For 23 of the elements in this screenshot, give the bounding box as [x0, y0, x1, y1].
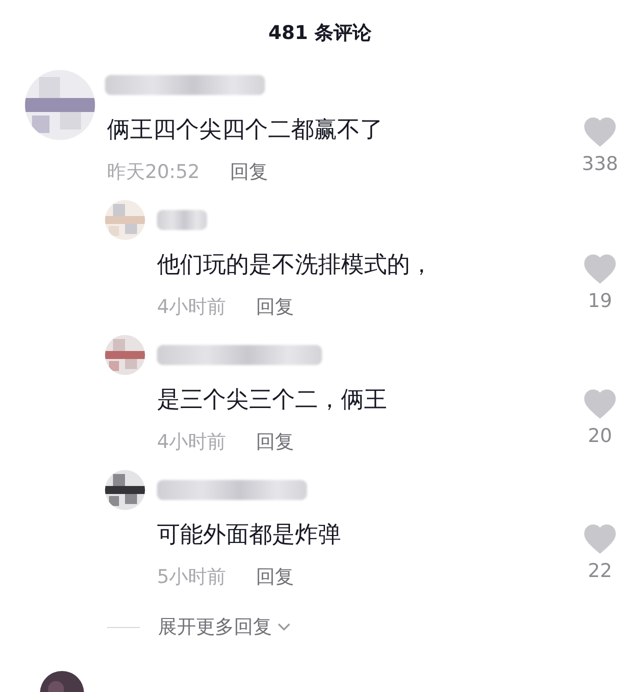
reply-link[interactable]: 回复 [256, 428, 294, 456]
blurred-name [157, 210, 207, 230]
reply-link[interactable]: 回复 [256, 563, 294, 591]
comment-time: 昨天20:52 [107, 160, 200, 185]
heart-icon[interactable] [582, 115, 618, 147]
comment-time: 4小时前 [157, 430, 226, 455]
reply-link[interactable]: 回复 [256, 293, 294, 321]
comment-text: 是三个尖三个二，俩王 [157, 386, 387, 415]
comment-time: 4小时前 [157, 295, 226, 320]
comment-text: 俩王四个尖四个二都赢不了 [107, 116, 383, 145]
reply-link[interactable]: 回复 [230, 158, 268, 186]
heart-icon[interactable] [582, 387, 618, 419]
like-count: 19 [588, 289, 612, 314]
comment-time: 5小时前 [157, 565, 226, 590]
heart-icon[interactable] [582, 522, 618, 554]
comments-title: 481 条评论 [267, 21, 373, 46]
like-count: 338 [582, 152, 618, 177]
like-count: 20 [588, 424, 612, 449]
comment-text: 可能外面都是炸弹 [157, 521, 341, 550]
expand-replies-button[interactable]: 展开更多回复 [158, 613, 294, 641]
comment-text: 他们玩的是不洗排模式的， [157, 251, 433, 280]
heart-icon[interactable] [582, 252, 618, 284]
like-count: 22 [588, 559, 612, 584]
